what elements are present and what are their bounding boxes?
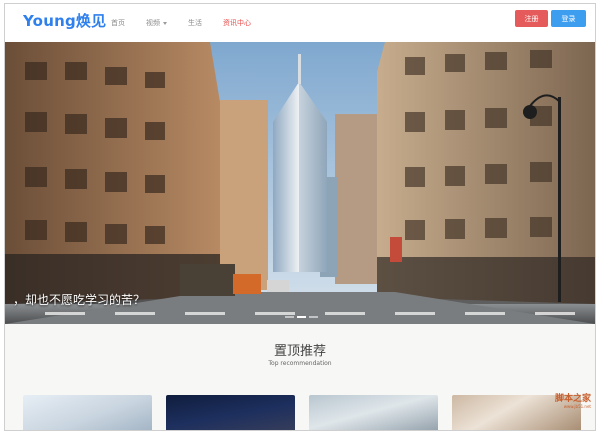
nav-item-home[interactable]: 首页 (111, 18, 125, 28)
main-nav: 首页 视频 生活 资讯中心 (111, 4, 272, 42)
hero-caption: ，却也不愿吃学习的苦？ (13, 293, 146, 307)
carousel-indicators (285, 316, 318, 318)
site-logo[interactable]: Young焕见 (23, 10, 106, 31)
nav-item-life[interactable]: 生活 (188, 18, 202, 28)
section-title: 置顶推荐 (273, 344, 326, 359)
watermark-title: 脚本之家 (554, 394, 591, 404)
watermark-url: www.jb51.net (563, 404, 591, 409)
login-button[interactable]: 登录 (551, 10, 586, 27)
site-header: Young焕见 首页 视频 生活 资讯中心 注册 登录 (5, 4, 595, 42)
nav-item-label: 视频 (146, 19, 160, 27)
nav-item-label: 资讯中心 (223, 19, 251, 27)
page-frame: Young焕见 首页 视频 生活 资讯中心 注册 登录 ，却也不愿吃学习的苦？ … (4, 3, 596, 431)
carousel-dot-active[interactable] (297, 316, 306, 318)
nav-item-news-center[interactable]: 资讯中心 (223, 18, 251, 28)
carousel-dot[interactable] (285, 316, 294, 318)
nav-item-label: 首页 (111, 19, 125, 27)
recommend-card[interactable] (23, 395, 152, 430)
hero-city-image (5, 42, 595, 324)
register-button[interactable]: 注册 (515, 10, 548, 27)
recommend-card[interactable] (309, 395, 438, 430)
recommend-card[interactable] (166, 395, 295, 430)
hero-carousel[interactable]: ，却也不愿吃学习的苦？ (5, 42, 595, 324)
nav-item-video[interactable]: 视频 (146, 18, 167, 28)
site-watermark: 脚本之家 www.jb51.net (555, 391, 591, 409)
carousel-dot[interactable] (309, 316, 318, 318)
chevron-down-icon (163, 21, 167, 25)
nav-item-label: 生活 (188, 19, 202, 27)
section-subtitle: Top recommendation (268, 360, 332, 367)
recommend-cards (23, 395, 581, 430)
